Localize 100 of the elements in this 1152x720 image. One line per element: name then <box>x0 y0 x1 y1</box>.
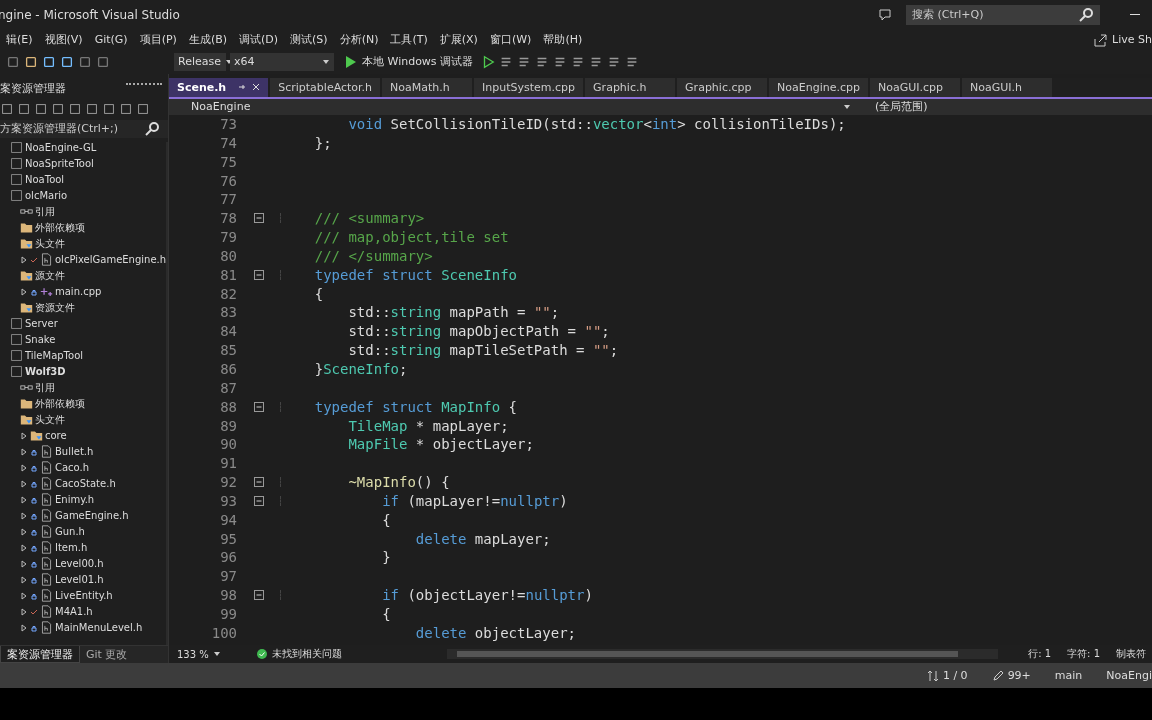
file-tab[interactable]: Scene.h <box>169 77 269 97</box>
tree-item[interactable]: GameEngine.h <box>55 510 129 522</box>
project-dropdown[interactable]: NoaEngine <box>169 98 859 115</box>
tree-item[interactable]: M4A1.h <box>55 606 93 618</box>
menu-item[interactable]: 生成(B) <box>182 32 233 48</box>
tree-item[interactable]: MainMenuLevel.h <box>55 622 143 634</box>
menu-item[interactable]: 帮助(H) <box>537 32 589 48</box>
explorer-search-field[interactable]: 方案资源管理器(Ctrl+;) <box>0 119 168 138</box>
minimize-button[interactable] <box>1130 14 1140 16</box>
collapse-icon[interactable] <box>253 269 264 280</box>
file-tab[interactable]: InputSystem.cpp <box>474 77 584 97</box>
file-tab[interactable]: NoaEngine.cpp <box>769 77 868 97</box>
code-line: std::string mapTileSetPath = ""; <box>347 342 619 359</box>
tree-item[interactable]: main.cpp <box>55 286 102 298</box>
file-tab[interactable]: NoaMath.h <box>382 77 473 97</box>
collapse-icon[interactable] <box>253 213 264 224</box>
expand-arrow-icon[interactable] <box>20 287 28 296</box>
tree-item[interactable]: olcPixelGameEngine.h <box>55 254 167 266</box>
menu-item[interactable]: 工具(T) <box>384 32 434 48</box>
menu-item[interactable]: 测试(S) <box>284 32 334 48</box>
tree-item[interactable]: olcMario <box>25 190 68 202</box>
line-number: 100 <box>210 624 237 641</box>
code-line: ~MapInfo() { <box>347 474 450 491</box>
tree-item[interactable]: NoaTool <box>25 174 65 186</box>
tree-item[interactable]: TileMapTool <box>25 350 84 362</box>
line-number: 96 <box>219 549 237 566</box>
tree-item[interactable]: CacoState.h <box>55 478 116 490</box>
menu-item[interactable]: 扩展(X) <box>433 32 484 48</box>
search-icon <box>144 120 160 137</box>
close-icon[interactable] <box>252 83 261 92</box>
platform-dropdown[interactable]: x64 <box>230 52 334 71</box>
tree-item[interactable]: 引用 <box>35 204 55 219</box>
horizontal-scrollbar[interactable] <box>447 649 999 660</box>
collapse-icon[interactable] <box>253 590 264 601</box>
tree-item[interactable]: 头文件 <box>35 236 65 251</box>
line-number: 78 <box>219 210 237 227</box>
file-tab[interactable]: Graphic.cpp <box>677 77 768 97</box>
menu-item[interactable]: Git(G) <box>88 33 134 47</box>
menu-item[interactable]: 项目(P) <box>133 32 183 48</box>
zoom-dropdown[interactable]: 133 % <box>169 648 247 660</box>
code-line: MapFile * objectLayer; <box>347 436 534 453</box>
line-number: 75 <box>219 153 237 170</box>
tree-item[interactable]: Caco.h <box>55 462 90 474</box>
edits-indicator[interactable]: 99+ <box>991 669 1031 683</box>
play-outline-icon[interactable] <box>481 54 496 69</box>
tree-item[interactable]: NoaEngine-GL <box>25 142 97 154</box>
file-tab[interactable]: Graphic.h <box>585 77 676 97</box>
issues-indicator[interactable]: 未找到相关问题 <box>257 647 407 662</box>
start-debugging-button[interactable]: 本地 Windows 调试器 <box>338 53 478 70</box>
menu-item[interactable]: 分析(N) <box>333 32 385 48</box>
changes-indicator[interactable]: 1 / 0 <box>926 669 968 683</box>
tree-item[interactable]: 引用 <box>35 380 55 395</box>
pin-icon[interactable] <box>238 83 247 92</box>
header-file-icon <box>40 605 53 619</box>
feedback-icon[interactable] <box>878 6 894 23</box>
tree-item[interactable]: 头文件 <box>35 412 65 427</box>
header-file-icon <box>40 477 53 491</box>
live-share-button[interactable]: Live Sh <box>1092 31 1152 48</box>
tree-item[interactable]: core <box>45 430 67 442</box>
tree-item[interactable]: NoaSpriteTool <box>25 158 94 170</box>
expand-arrow-icon[interactable] <box>20 255 28 264</box>
tree-item[interactable]: 外部依赖项 <box>35 396 85 411</box>
tree-item[interactable]: 外部依赖项 <box>35 220 85 235</box>
tree-item[interactable]: Wolf3D <box>25 366 66 378</box>
code-line: { <box>381 511 391 528</box>
header-file-icon <box>40 253 53 267</box>
tree-item[interactable]: Gun.h <box>55 526 85 538</box>
line-number: 95 <box>219 530 237 547</box>
menu-item[interactable]: 辑(E) <box>0 32 39 48</box>
menu-item[interactable]: 视图(V) <box>38 32 89 48</box>
tree-item[interactable]: Enimy.h <box>55 494 95 506</box>
tree-item[interactable]: Server <box>25 318 58 330</box>
line-number: 94 <box>219 511 237 528</box>
file-tab[interactable]: NoaGUI.h <box>962 77 1052 97</box>
search-field[interactable]: 搜索 (Ctrl+Q) <box>906 4 1100 25</box>
branch-indicator[interactable]: main <box>1054 669 1083 683</box>
project-icon <box>10 141 23 155</box>
panel-tab[interactable]: 案资源管理器 <box>0 646 80 664</box>
file-tab[interactable]: ScriptableActor.h <box>270 77 381 97</box>
tree-item[interactable]: Snake <box>25 334 56 346</box>
panel-tab[interactable]: Git 更改 <box>80 646 134 664</box>
tree-item[interactable]: Bullet.h <box>55 446 94 458</box>
tree-item[interactable]: Item.h <box>55 542 88 554</box>
tree-item[interactable]: Level00.h <box>55 558 104 570</box>
cpp-file-icon <box>40 285 53 299</box>
tree-item[interactable]: 源文件 <box>35 268 65 283</box>
tree-item[interactable]: Level01.h <box>55 574 104 586</box>
repository-indicator[interactable]: NoaEngi <box>1106 669 1152 683</box>
tree-item[interactable]: 资源文件 <box>35 300 75 315</box>
scope-dropdown[interactable]: (全局范围) <box>859 98 928 115</box>
tree-item[interactable]: LiveEntity.h <box>55 590 113 602</box>
file-tab[interactable]: NoaGUI.cpp <box>870 77 960 97</box>
menu-item[interactable]: 窗口(W) <box>483 32 538 48</box>
menu-item[interactable]: 调试(D) <box>233 32 285 48</box>
collapse-icon[interactable] <box>253 401 264 412</box>
caret-icon <box>843 102 851 111</box>
collapse-icon[interactable] <box>253 477 264 488</box>
line-number: 88 <box>219 398 237 415</box>
line-number: 99 <box>219 605 237 622</box>
collapse-icon[interactable] <box>253 495 264 506</box>
